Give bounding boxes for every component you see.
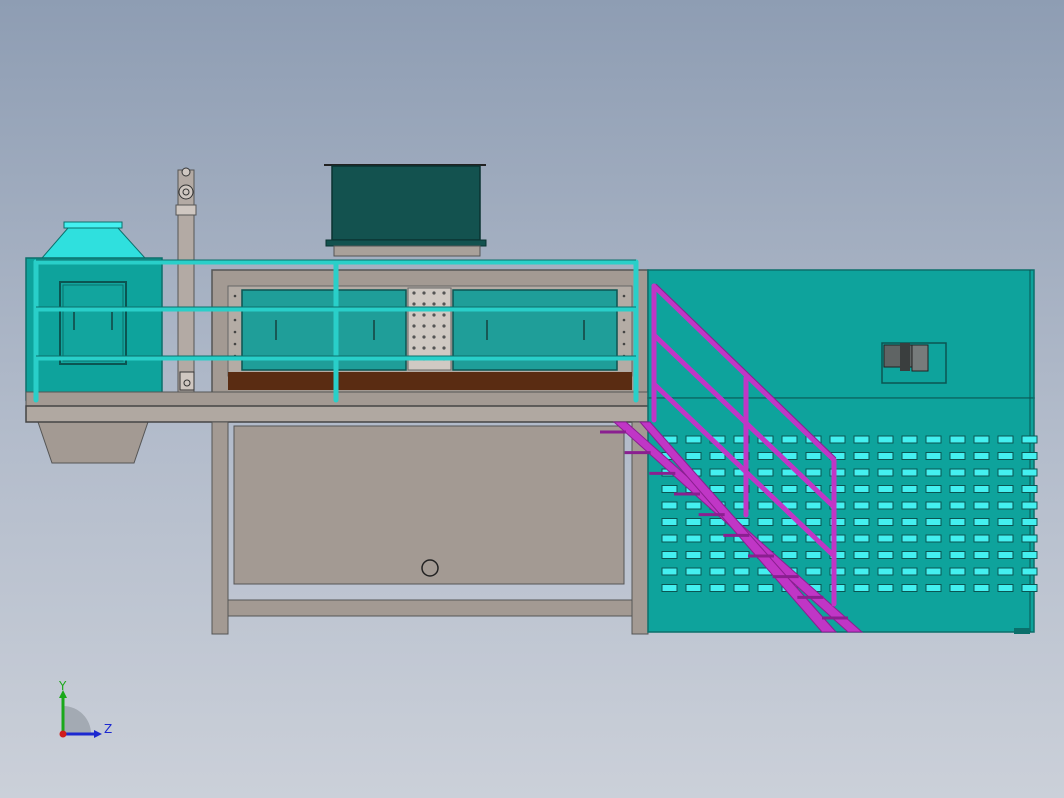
tower-hood	[40, 227, 147, 259]
left-tower[interactable]	[25, 221, 163, 464]
z-axis-label: Z	[104, 722, 112, 736]
axis-triad: Y Z	[58, 679, 112, 738]
right-cabinet[interactable]	[647, 269, 1038, 634]
y-axis-label: Y	[58, 679, 67, 693]
tower-hopper	[37, 421, 149, 464]
feed-hopper-box[interactable]	[324, 164, 487, 257]
chamber-base-band	[228, 372, 632, 390]
origin-icon	[59, 730, 67, 738]
motor-icon	[881, 342, 947, 384]
main-chamber[interactable]	[211, 269, 649, 401]
tower-top-flange	[63, 221, 123, 229]
cad-viewport[interactable]	[0, 0, 1064, 798]
lower-frame[interactable]	[211, 421, 649, 635]
tower-door	[59, 281, 127, 365]
triad-plane-icon	[63, 706, 91, 734]
pipe-valve-icon	[178, 184, 194, 200]
